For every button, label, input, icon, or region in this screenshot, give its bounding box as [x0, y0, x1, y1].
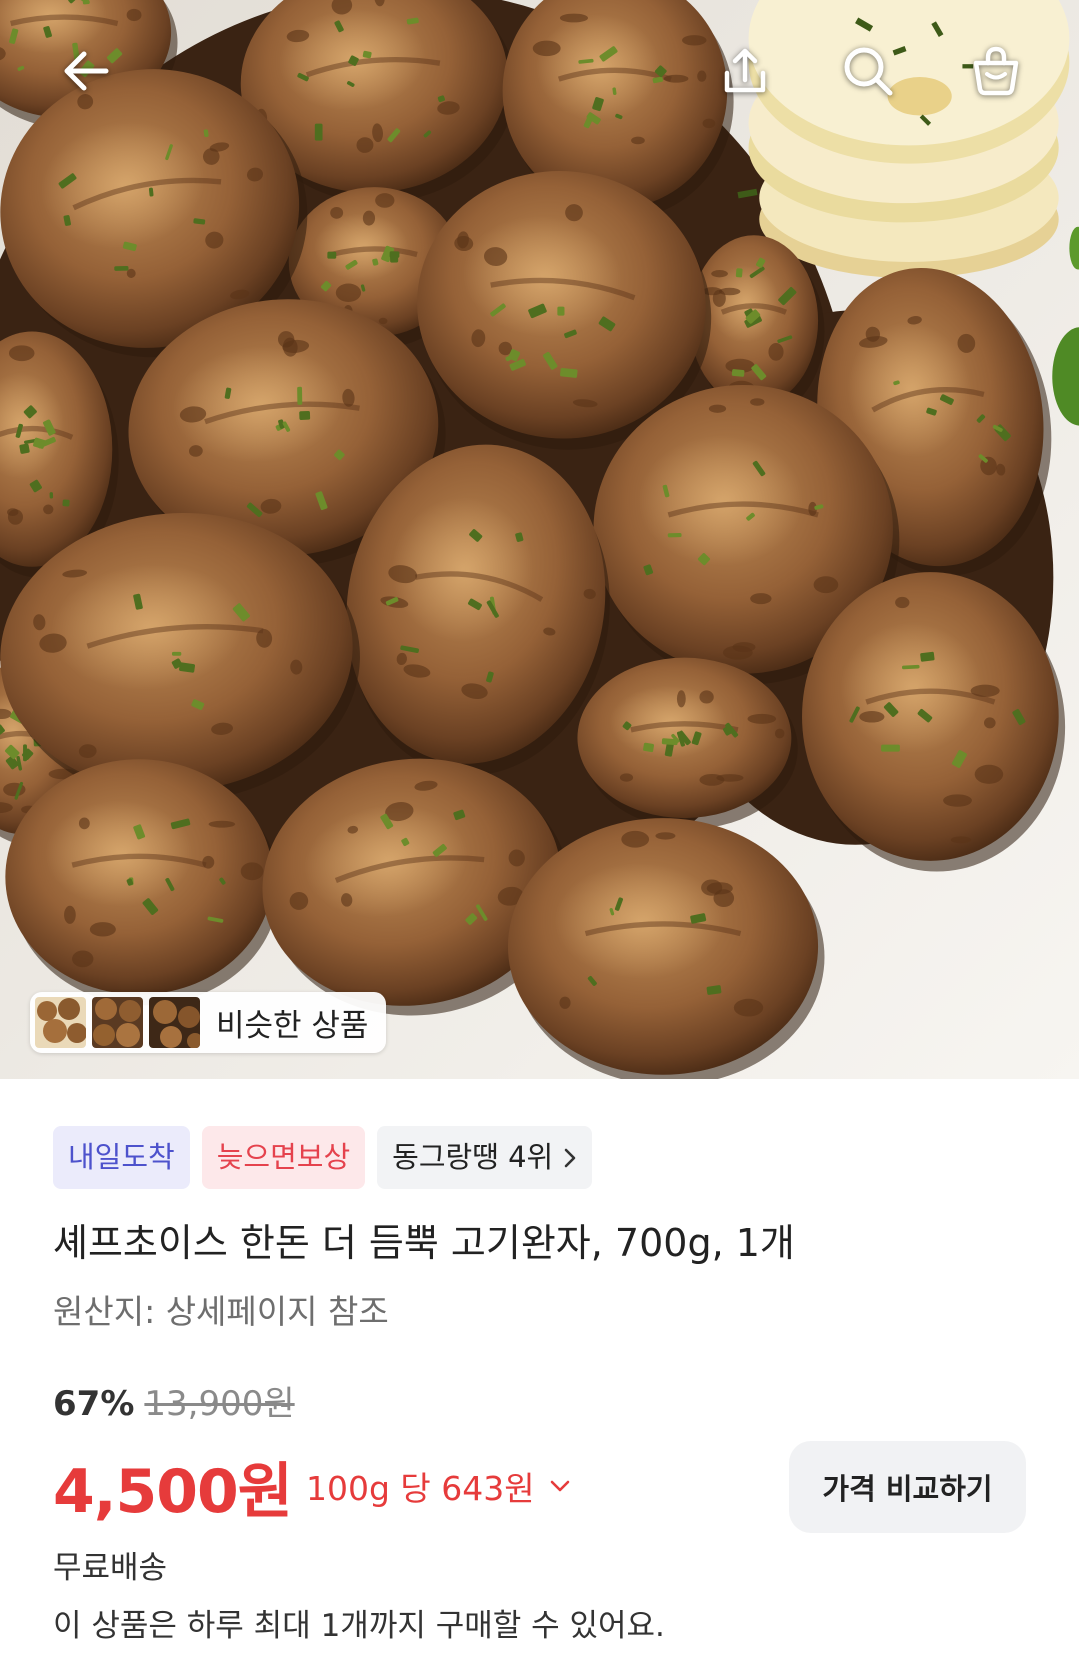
- chevron-right-icon: [564, 1148, 576, 1167]
- late-compensation-badge: 늦으면보상: [201, 1126, 366, 1189]
- share-icon: [724, 48, 766, 93]
- delivery-badge-label: 내일도착: [68, 1140, 175, 1174]
- shopping-bag-icon: [973, 46, 1019, 96]
- delivery-badge: 내일도착: [53, 1126, 190, 1189]
- share-button[interactable]: [716, 42, 774, 100]
- badge-row: 내일도착 늦으면보상 동그랑땡 4위: [53, 1126, 593, 1189]
- sale-price: 4,500원: [53, 1456, 293, 1527]
- similar-products-label: 비슷한 상품: [216, 1008, 369, 1044]
- category-rank-label: 동그랑땡 4위: [392, 1140, 554, 1174]
- discount-rate: 67%: [53, 1384, 135, 1424]
- search-icon: [844, 47, 893, 96]
- back-button[interactable]: [57, 42, 115, 100]
- similar-thumbnail: [35, 997, 86, 1048]
- arrow-left-icon: [64, 51, 109, 91]
- discount-row: 67% 13,900원: [53, 1382, 295, 1426]
- price-row: 4,500원 100g 당 643원: [53, 1448, 571, 1527]
- similar-products-button[interactable]: 비슷한 상품: [30, 992, 387, 1053]
- category-rank-badge[interactable]: 동그랑땡 4위: [377, 1126, 593, 1189]
- price-compare-label: 가격 비교하기: [822, 1472, 993, 1506]
- cart-button[interactable]: [967, 42, 1025, 100]
- late-compensation-badge-label: 늦으면보상: [216, 1140, 351, 1174]
- shipping-info: 무료배송: [53, 1550, 168, 1586]
- unit-price-toggle[interactable]: [549, 1479, 571, 1493]
- product-photo: [0, 0, 1079, 1079]
- product-origin: 원산지: 상세페이지 참조: [53, 1292, 389, 1331]
- similar-thumbnail: [149, 997, 200, 1048]
- chevron-down-icon: [550, 1480, 569, 1492]
- product-image[interactable]: [0, 0, 1079, 1079]
- original-price: 13,900원: [144, 1384, 295, 1424]
- purchase-limit-notice: 이 상품은 하루 최대 1개까지 구매할 수 있어요.: [53, 1608, 665, 1644]
- similar-thumbnail: [92, 997, 143, 1048]
- product-title: 셰프초이스 한돈 더 듬뿍 고기완자, 700g, 1개: [53, 1221, 795, 1265]
- search-button[interactable]: [839, 42, 897, 100]
- price-compare-button[interactable]: 가격 비교하기: [789, 1441, 1026, 1533]
- unit-price[interactable]: 100g 당 643원: [306, 1462, 535, 1510]
